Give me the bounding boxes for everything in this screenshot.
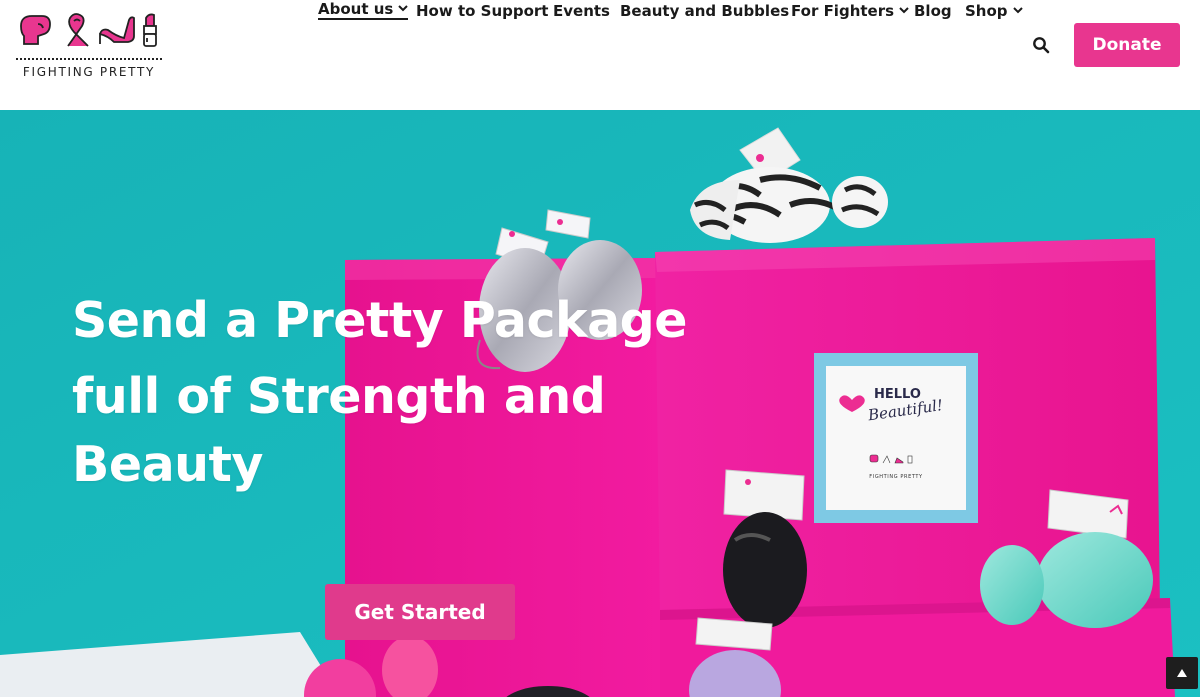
site-header: FIGHTING PRETTY About us How to Support … <box>0 0 1200 110</box>
boxing-glove-icon <box>20 15 51 45</box>
hero-title-line-1: Send a Pretty Package <box>72 292 688 349</box>
nav-shop[interactable]: Shop <box>965 0 1023 22</box>
get-started-button[interactable]: Get Started <box>325 584 515 640</box>
nav-how-to-support[interactable]: How to Support <box>416 0 548 22</box>
lipstick-icon <box>143 13 157 47</box>
nav-label: Blog <box>914 2 952 20</box>
logo-wordmark: FIGHTING PRETTY <box>22 65 156 79</box>
chevron-down-icon <box>398 4 409 11</box>
high-heel-icon <box>99 16 135 44</box>
nav-about-us[interactable]: About us <box>318 0 409 20</box>
card-brand-text: FIGHTING PRETTY <box>869 474 923 480</box>
nav-label: Beauty and Bubbles <box>620 2 790 20</box>
hero-title-line-2: full of Strength and <box>72 368 606 425</box>
nav-events[interactable]: Events <box>553 0 610 22</box>
nav-beauty-and-bubbles[interactable]: Beauty and Bubbles <box>620 0 789 22</box>
nav-label: How to Support <box>416 2 549 20</box>
nav-label: Shop <box>965 2 1008 20</box>
hero-banner: HELLO Beautiful! FIGHTING PRETTY Send a … <box>0 110 1200 697</box>
nav-label: Events <box>553 2 610 20</box>
scroll-to-top-button[interactable] <box>1166 657 1198 689</box>
site-logo[interactable]: FIGHTING PRETTY <box>16 12 162 82</box>
nav-for-fighters[interactable]: For Fighters <box>791 0 909 22</box>
logo-icons <box>20 13 157 47</box>
logo-divider <box>16 58 162 60</box>
chevron-down-icon <box>899 6 909 13</box>
arrow-up-icon <box>1177 669 1187 677</box>
chevron-down-icon <box>1012 6 1023 13</box>
nav-blog[interactable]: Blog <box>914 0 952 22</box>
nav-label: For Fighters <box>791 2 895 20</box>
donate-button[interactable]: Donate <box>1074 23 1180 67</box>
search-icon[interactable] <box>1032 36 1050 54</box>
ribbon-icon <box>67 13 89 47</box>
nav-label: About us <box>318 0 394 18</box>
black-glove <box>723 469 807 628</box>
hero-title-line-3: Beauty <box>72 436 263 493</box>
